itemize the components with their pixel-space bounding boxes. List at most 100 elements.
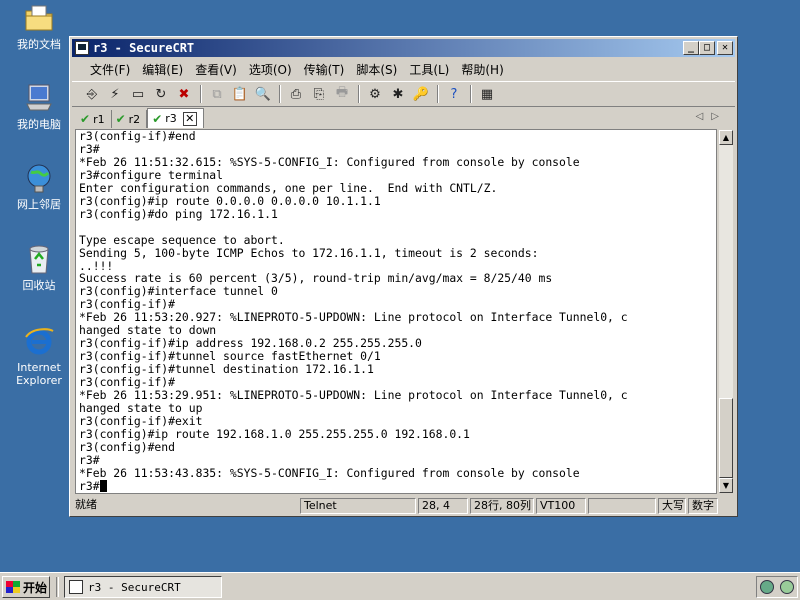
menu-options[interactable]: 选项(O): [243, 61, 298, 78]
status-ready: 就绪: [75, 498, 97, 511]
desktop-icon-label: 网上邻居: [17, 198, 61, 211]
status-empty: [588, 498, 656, 514]
terminal-output[interactable]: r3(config-if)#end r3# *Feb 26 11:51:32.6…: [75, 129, 717, 494]
windows-logo-icon: [6, 581, 20, 593]
status-size: 28行, 80列: [470, 498, 534, 514]
terminal-line: ..!!!: [79, 258, 114, 273]
desktop-icon-label: 回收站: [22, 279, 56, 292]
disconnect-icon[interactable]: ✖: [174, 84, 194, 104]
copy-icon[interactable]: ⧉: [207, 84, 227, 104]
desktop-icon-label: 我的电脑: [17, 118, 61, 131]
help-icon[interactable]: ?: [444, 84, 464, 104]
reconnect-icon[interactable]: ↻: [151, 84, 171, 104]
status-protocol: Telnet: [300, 498, 416, 514]
desktop-icon-my-computer[interactable]: 我的电脑: [6, 82, 72, 131]
connect-icon[interactable]: ⎆: [82, 84, 102, 104]
terminal-line: *Feb 26 11:53:20.927: %LINEPROTO-5-UPDOW…: [79, 310, 628, 325]
taskbar-item-securecrt[interactable]: r3 - SecureCRT: [64, 576, 222, 598]
menu-file[interactable]: 文件(F): [84, 61, 136, 78]
desktop-icon-internet-explorer[interactable]: Internet Explorer: [6, 325, 72, 387]
session-options-icon[interactable]: ⚙: [365, 84, 385, 104]
desktop-icon-network-places[interactable]: 网上邻居: [6, 162, 72, 211]
menu-bar: 文件(F) 编辑(E) 查看(V) 选项(O) 传输(T) 脚本(S) 工具(L…: [72, 59, 735, 79]
session-tabs: ✔ r1 ✔ r2 ✔ r3 ✕ ◁▷: [72, 108, 735, 128]
menu-help[interactable]: 帮助(H): [455, 61, 509, 78]
connected-check-icon: ✔: [152, 111, 163, 126]
find-icon[interactable]: 🔍: [253, 84, 273, 104]
menu-view[interactable]: 查看(V): [189, 61, 243, 78]
keymap-icon[interactable]: 🔑: [411, 84, 431, 104]
terminal-line: r3#: [79, 452, 100, 467]
internet-explorer-icon: [23, 325, 55, 357]
menu-tools[interactable]: 工具(L): [403, 61, 455, 78]
terminal-line: r3(config-if)#exit: [79, 413, 203, 428]
menu-transfer[interactable]: 传输(T): [298, 61, 351, 78]
terminal-line: *Feb 26 11:53:43.835: %SYS-5-CONFIG_I: C…: [79, 465, 580, 480]
terminal-line: r3(config-if)#tunnel destination 172.16.…: [79, 362, 374, 377]
status-num: 数字: [688, 498, 718, 514]
printer-setup-icon[interactable]: 🖶: [332, 84, 352, 104]
terminal-line: Type escape sequence to abort.: [79, 232, 285, 247]
toolbar: ⎆ ⚡ ▭ ↻ ✖ ⧉ 📋 🔍 ⎙ ⎘ 🖶 ⚙ ✱ 🔑 ? ▦: [72, 81, 735, 107]
tab-r2[interactable]: ✔ r2: [112, 110, 148, 128]
minimize-button[interactable]: _: [683, 41, 699, 55]
terminal-line: hanged state to up: [79, 401, 203, 416]
terminal-line: r3#: [79, 141, 100, 156]
menu-script[interactable]: 脚本(S): [350, 61, 403, 78]
close-tab-icon[interactable]: ✕: [182, 111, 197, 126]
app-icon[interactable]: [75, 41, 89, 55]
status-cursor-position: 28, 4: [418, 498, 468, 514]
window-title: r3 - SecureCRT: [93, 41, 195, 55]
terminal-line: r3#configure terminal: [79, 167, 224, 182]
connected-check-icon: ✔: [80, 112, 91, 126]
close-button[interactable]: ✕: [717, 41, 733, 55]
system-tray: [756, 576, 798, 598]
terminal-line: Enter configuration commands, one per li…: [79, 180, 498, 195]
status-emulation: VT100: [536, 498, 586, 514]
my-computer-icon: [23, 82, 55, 114]
terminal-line: r3(config)#do ping 172.16.1.1: [79, 206, 278, 221]
terminal-line: *Feb 26 11:53:29.951: %LINEPROTO-5-UPDOW…: [79, 388, 628, 403]
desktop-icon-my-documents[interactable]: 我的文档: [6, 2, 72, 51]
terminal-line: r3(config)#interface tunnel 0: [79, 284, 278, 299]
status-caps: 大写: [658, 498, 686, 514]
paste-icon[interactable]: 📋: [230, 84, 250, 104]
recycle-bin-icon: [23, 243, 55, 275]
connected-check-icon: ✔: [115, 112, 126, 126]
scroll-down-icon[interactable]: ▼: [719, 478, 733, 493]
scroll-up-icon[interactable]: ▲: [719, 130, 733, 145]
terminal-line: *Feb 26 11:51:32.615: %SYS-5-CONFIG_I: C…: [79, 154, 580, 169]
print-icon[interactable]: ⎙: [286, 84, 306, 104]
terminal-line: r3(config-if)#: [79, 297, 176, 312]
desktop-icon-recycle-bin[interactable]: 回收站: [6, 243, 72, 292]
terminal-line: r3(config)#ip route 192.168.1.0 255.255.…: [79, 426, 470, 441]
connect-in-tab-icon[interactable]: ▭: [128, 84, 148, 104]
title-bar[interactable]: r3 - SecureCRT _ □ ✕: [72, 39, 735, 57]
terminal-line: r3(config)#ip route 0.0.0.0 0.0.0.0 10.1…: [79, 193, 381, 208]
menu-edit[interactable]: 编辑(E): [136, 61, 189, 78]
terminal-line: Sending 5, 100-byte ICMP Echos to 172.16…: [79, 245, 539, 260]
terminal-line: r3(config)#end: [79, 439, 176, 454]
global-options-icon[interactable]: ✱: [388, 84, 408, 104]
network-places-icon: [23, 162, 55, 194]
tray-icon[interactable]: [760, 580, 774, 594]
terminal-line: r3(config-if)#end: [79, 129, 196, 143]
maximize-button[interactable]: □: [699, 41, 715, 55]
terminal-line: hanged state to down: [79, 323, 217, 338]
tab-r1[interactable]: ✔ r1: [76, 110, 112, 128]
taskbar: 开始 r3 - SecureCRT: [0, 572, 800, 600]
scroll-thumb[interactable]: [719, 398, 733, 478]
sftp-icon[interactable]: ▦: [477, 84, 497, 104]
vertical-scrollbar[interactable]: ▲ ▼: [718, 129, 734, 494]
terminal-line: r3(config-if)#tunnel source fastEthernet…: [79, 349, 381, 364]
tab-scroll-arrows[interactable]: ◁▷: [696, 111, 727, 122]
start-button[interactable]: 开始: [2, 576, 50, 598]
my-documents-icon: [23, 2, 55, 34]
tab-r3[interactable]: ✔ r3 ✕: [147, 108, 204, 128]
network-status-icon[interactable]: [780, 580, 794, 594]
status-bar: 就绪 Telnet 28, 4 28行, 80列 VT100 大写 数字: [72, 497, 735, 515]
print-selection-icon[interactable]: ⎘: [309, 84, 329, 104]
terminal-line: r3#: [79, 478, 100, 493]
terminal-line: r3(config-if)#ip address 192.168.0.2 255…: [79, 336, 422, 351]
quick-connect-icon[interactable]: ⚡: [105, 84, 125, 104]
